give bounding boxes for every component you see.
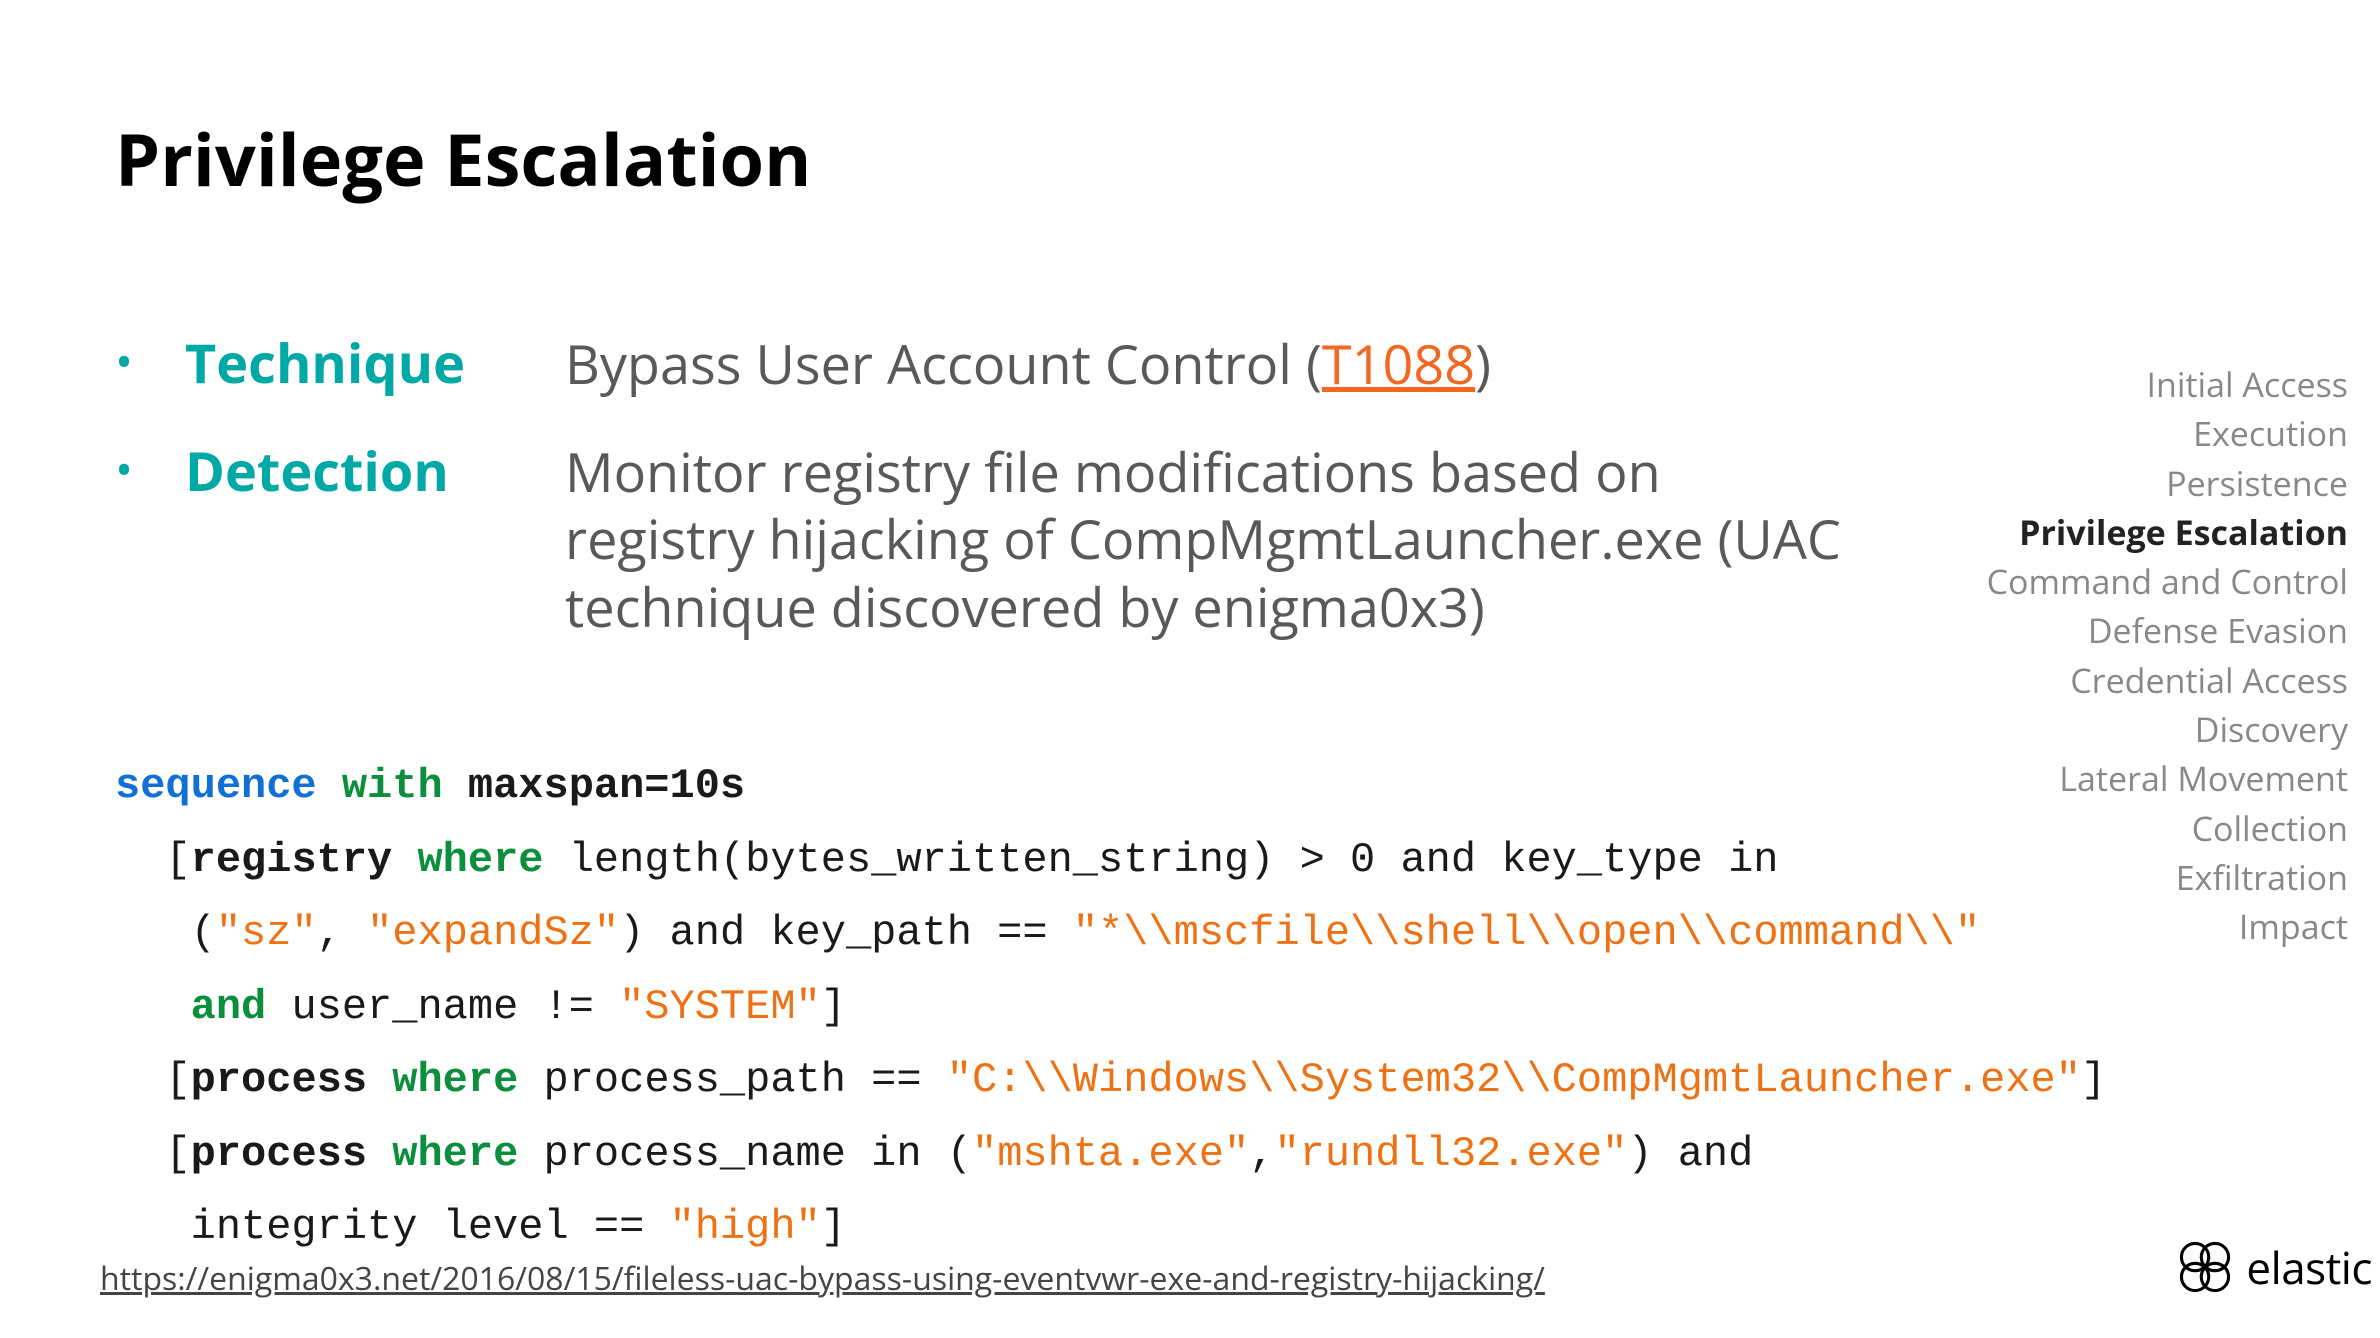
code-string: "*\\mscfile\\shell\\open\\command\\" bbox=[1073, 909, 1980, 957]
sidebar-item: Command and Control bbox=[1987, 557, 2348, 606]
code-text: , bbox=[317, 909, 367, 957]
sidebar-item: Discovery bbox=[1987, 705, 2348, 754]
code-string: "mshta.exe" bbox=[972, 1130, 1249, 1178]
code-text: ( bbox=[115, 909, 216, 957]
code-text: process bbox=[191, 1130, 367, 1178]
technique-text-prefix: Bypass User Account Control ( bbox=[565, 326, 1322, 400]
code-string: "sz" bbox=[216, 909, 317, 957]
code-text: user_name != bbox=[266, 983, 619, 1031]
code-string: "C:\\Windows\\System32\\CompMgmtLauncher… bbox=[947, 1056, 2081, 1104]
page-title: Privilege Escalation bbox=[115, 110, 811, 208]
sidebar-item: Execution bbox=[1987, 409, 2348, 458]
code-string: "rundll32.exe" bbox=[1274, 1130, 1627, 1178]
code-string: "high" bbox=[670, 1203, 821, 1251]
code-keyword: with bbox=[317, 762, 468, 810]
detection-row: • Detection Monitor registry file modifi… bbox=[115, 438, 1845, 641]
technique-text-suffix: ) bbox=[1475, 326, 1491, 400]
code-keyword: where bbox=[392, 836, 543, 884]
bullet-icon: • bbox=[115, 336, 185, 389]
code-text: [ bbox=[115, 836, 191, 884]
code-text: [ bbox=[115, 1056, 191, 1104]
code-keyword: sequence bbox=[115, 762, 317, 810]
code-text: length(bytes_written_string) > 0 and key… bbox=[544, 836, 1779, 884]
code-text: [ bbox=[115, 1130, 191, 1178]
sidebar-item: Privilege Escalation bbox=[1987, 508, 2348, 557]
elastic-logo: elastic bbox=[2174, 1236, 2372, 1298]
code-text: ] bbox=[821, 983, 846, 1031]
sidebar-item: Persistence bbox=[1987, 459, 2348, 508]
detection-label: Detection bbox=[185, 438, 565, 503]
code-keyword: where bbox=[367, 1056, 518, 1104]
technique-value: Bypass User Account Control (T1088) bbox=[565, 330, 1845, 398]
bullet-icon: • bbox=[115, 444, 185, 497]
code-text: ] bbox=[2081, 1056, 2106, 1104]
code-text: registry bbox=[191, 836, 393, 884]
bullet-list: • Technique Bypass User Account Control … bbox=[115, 330, 1845, 680]
slide: Privilege Escalation • Technique Bypass … bbox=[0, 0, 2380, 1338]
code-string: "SYSTEM" bbox=[619, 983, 821, 1031]
code-text: process_name in ( bbox=[518, 1130, 972, 1178]
code-text: integrity level == bbox=[115, 1203, 670, 1251]
code-text: ] bbox=[821, 1203, 846, 1251]
code-text: ) and bbox=[1627, 1130, 1753, 1178]
technique-row: • Technique Bypass User Account Control … bbox=[115, 330, 1845, 398]
technique-label: Technique bbox=[185, 330, 565, 395]
technique-id-link[interactable]: T1088 bbox=[1322, 326, 1475, 400]
code-string: "expandSz" bbox=[367, 909, 619, 957]
code-text: , bbox=[1249, 1130, 1274, 1178]
elastic-logo-icon bbox=[2174, 1236, 2236, 1298]
elastic-logo-text: elastic bbox=[2246, 1237, 2372, 1297]
sidebar-item: Defense Evasion bbox=[1987, 606, 2348, 655]
detection-value: Monitor registry file modifications base… bbox=[565, 438, 1845, 641]
code-block: sequence with maxspan=10s [registry wher… bbox=[115, 750, 2315, 1265]
code-text: maxspan=10s bbox=[468, 762, 745, 810]
code-keyword: and bbox=[115, 983, 266, 1031]
sidebar-item: Initial Access bbox=[1987, 360, 2348, 409]
code-text: ) and key_path == bbox=[619, 909, 1073, 957]
sidebar-item: Credential Access bbox=[1987, 656, 2348, 705]
code-text: process bbox=[191, 1056, 367, 1104]
code-text: process_path == bbox=[518, 1056, 946, 1104]
code-keyword: where bbox=[367, 1130, 518, 1178]
footer-reference-link[interactable]: https://enigma0x3.net/2016/08/15/fileles… bbox=[100, 1257, 1545, 1300]
